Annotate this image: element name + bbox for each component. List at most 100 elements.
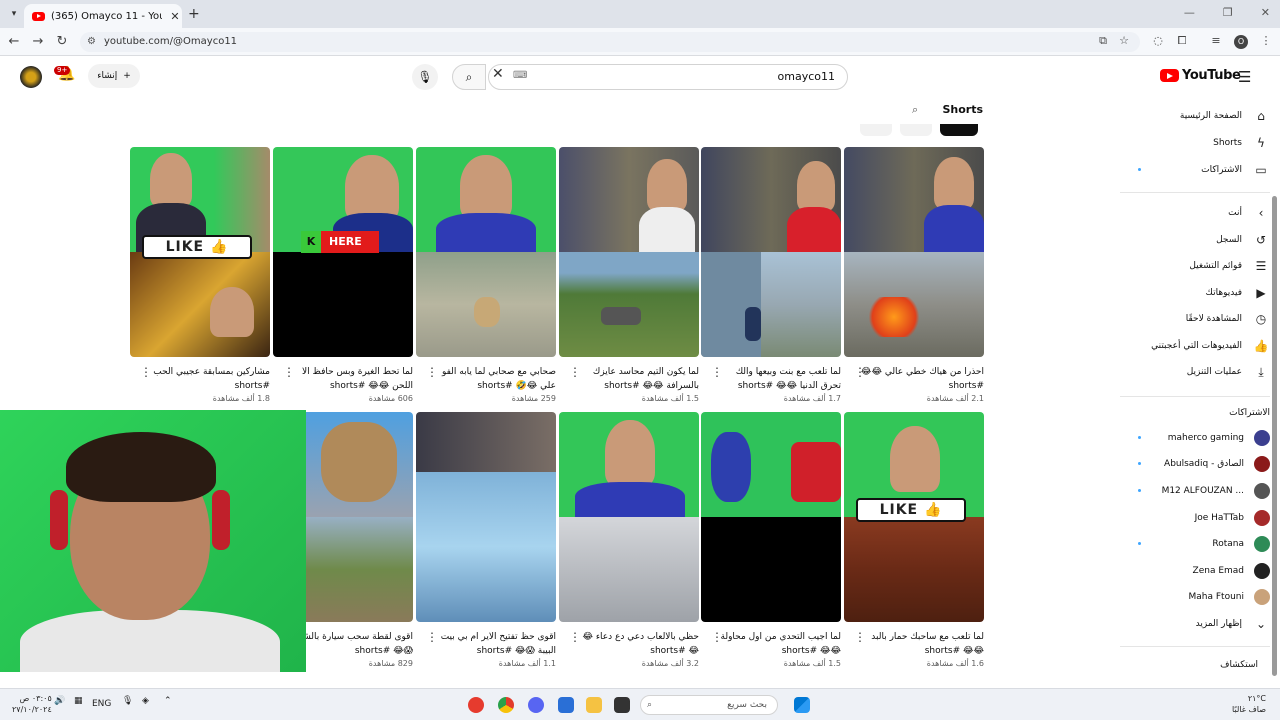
sidebar-item-liked[interactable]: الفيديوهات التي أعجبتني 👍 — [1120, 333, 1270, 359]
sidebar-item-subscriptions[interactable]: الاشتراكات ▭ — [1120, 157, 1270, 183]
clock[interactable]: ٠٣:٠٥ ص ٢٧/١٠/٢٠٢٤ — [12, 693, 52, 715]
sidebar-sub[interactable]: Maha Ftouni — [1120, 584, 1270, 610]
short-thumbnail[interactable] — [701, 147, 841, 357]
short-thumbnail[interactable]: LIKE 👍 — [130, 147, 270, 357]
extension-icon[interactable]: ◌ — [1150, 34, 1166, 47]
reload-icon[interactable]: ↻ — [54, 34, 70, 50]
browser-menu-icon[interactable]: ⋮ — [1258, 34, 1274, 47]
channel-search-icon[interactable]: ⌕ — [912, 103, 918, 117]
hamburger-menu-icon[interactable]: ☰ — [1238, 68, 1251, 86]
voice-search-button[interactable]: 🎙 — [412, 64, 438, 90]
short-thumbnail[interactable] — [559, 412, 699, 622]
microphone-tray-icon[interactable]: 🎙 — [122, 696, 133, 706]
short-thumbnail[interactable] — [416, 147, 556, 357]
sidebar-sub[interactable]: maherco gaming — [1120, 425, 1270, 451]
sidebar-item-home[interactable]: الصفحة الرئيسية ⌂ — [1120, 103, 1270, 129]
short-title: اقوى لقطة سحب سيارة بالشابي 😱😂 #shorts — [290, 632, 413, 656]
scrollbar-thumb[interactable] — [1272, 196, 1277, 676]
explore-heading: استكشاف — [1220, 660, 1258, 670]
language-indicator[interactable]: ENG — [92, 699, 111, 709]
sidebar-item-playlists[interactable]: قوائم التشغيل ☰ — [1120, 253, 1270, 279]
app-icon[interactable] — [468, 697, 484, 713]
create-button[interactable]: إنشاء + — [88, 64, 140, 88]
sidebar-sub[interactable]: Zena Emad — [1120, 558, 1270, 584]
new-tab-icon[interactable]: + — [188, 6, 200, 22]
channel-avatar — [1254, 510, 1270, 526]
windows-taskbar: ٠٣:٠٥ ص ٢٧/١٠/٢٠٢٤ 🔊 ▦ ENG 🎙 ◈ ⌃ بحث سري… — [0, 688, 1280, 720]
watch-later-icon: ◷ — [1255, 312, 1267, 326]
playlist-icon: ☰ — [1255, 259, 1267, 273]
sidebar-sub[interactable]: M12 ALFOUZAN ... — [1120, 478, 1270, 504]
short-thumbnail[interactable] — [701, 412, 841, 622]
search-button[interactable]: ⌕ — [452, 64, 486, 90]
subscriptions-icon: ▭ — [1255, 163, 1267, 177]
profile-avatar[interactable]: O — [1234, 35, 1248, 49]
chrome-icon[interactable] — [498, 697, 514, 713]
windows-start-icon[interactable] — [794, 697, 810, 713]
sidebar-sub[interactable]: Abulsadiq - الصادق — [1120, 451, 1270, 477]
puzzle-extensions-icon[interactable]: ⧠ — [1174, 34, 1190, 48]
search-input[interactable]: omayco11 ⌨ — [488, 64, 848, 90]
short-thumbnail[interactable] — [559, 147, 699, 357]
channel-avatar — [1254, 536, 1270, 552]
short-title: حظي بالالعاب دعي دع دعاء 😂😂 #shorts — [582, 632, 699, 656]
subscriptions-heading: الاشتراكات — [1229, 408, 1270, 418]
browser-tab[interactable]: (365) Omayco 11 - YouTube ✕ — [24, 4, 182, 28]
back-icon[interactable]: ← — [6, 34, 22, 50]
address-bar[interactable]: ⚙ youtube.com/@Omayco11 — [80, 32, 1140, 52]
short-thumbnail[interactable] — [844, 147, 984, 357]
weather-widget[interactable]: ٢١°C صاف غالبًا — [1232, 693, 1266, 715]
sort-chip-active[interactable] — [940, 124, 978, 136]
minimize-icon[interactable]: — — [1184, 6, 1195, 19]
short-thumbnail[interactable] — [416, 412, 556, 622]
short-thumbnail[interactable]: LIKE 👍 — [844, 412, 984, 622]
sidebar-you-heading[interactable]: أنت ‹ — [1120, 200, 1270, 226]
account-avatar[interactable] — [20, 66, 42, 88]
close-tab-icon[interactable]: ✕ — [168, 10, 182, 23]
browser-tab-strip: ▾ (365) Omayco 11 - YouTube ✕ + — ❐ ✕ — [0, 0, 1280, 28]
network-icon[interactable]: ▦ — [74, 696, 83, 706]
maximize-icon[interactable]: ❐ — [1223, 6, 1233, 19]
taskbar-search[interactable]: بحث سريع ⌕ — [640, 695, 778, 715]
install-app-icon[interactable]: ⧉ — [1095, 34, 1111, 48]
show-hidden-icons[interactable]: ⌃ — [164, 696, 172, 706]
store-icon[interactable] — [558, 697, 574, 713]
new-content-dot — [1138, 542, 1141, 545]
file-explorer-icon[interactable] — [586, 697, 602, 713]
sidebar-sub[interactable]: Rotana — [1120, 531, 1270, 557]
bookmark-star-icon[interactable]: ☆ — [1116, 34, 1132, 47]
speaker-icon[interactable]: 🔊 — [54, 696, 65, 706]
search-query: omayco11 — [777, 70, 835, 83]
clear-search-icon[interactable]: ✕ — [492, 66, 504, 82]
short-thumbnail[interactable]: HERE — [273, 147, 413, 357]
reading-list-icon[interactable]: ≡ — [1208, 34, 1224, 47]
sidebar-item-downloads[interactable]: عمليات التنزيل ⤓ — [1120, 359, 1270, 385]
page-scrollbar[interactable] — [1270, 56, 1280, 686]
sidebar-item-shorts[interactable]: Shorts ϟ — [1120, 130, 1270, 156]
sidebar-item-history[interactable]: السجل ↺ — [1120, 227, 1270, 253]
new-content-dot — [1138, 489, 1141, 492]
close-window-icon[interactable]: ✕ — [1261, 6, 1270, 19]
site-info-icon[interactable]: ⚙ — [87, 32, 96, 52]
app-tray-icon[interactable]: ◈ — [142, 696, 149, 706]
sidebar-item-your-videos[interactable]: فيديوهاتك ▶ — [1120, 280, 1270, 306]
show-more-button[interactable]: إظهار المزيد ⌄ — [1120, 611, 1270, 637]
sort-chip[interactable] — [900, 124, 932, 136]
tab-search-dropdown-icon[interactable]: ▾ — [6, 6, 22, 22]
short-title: مشاركين بمسابقة عجيبي الحب #shorts — [153, 367, 270, 391]
search-icon: ⌕ — [465, 70, 473, 84]
history-icon: ↺ — [1255, 233, 1267, 247]
sidebar-item-watch-later[interactable]: المشاهدة لاحقًا ◷ — [1120, 306, 1270, 332]
forward-icon[interactable]: → — [30, 34, 46, 50]
discord-icon[interactable] — [528, 697, 544, 713]
channel-avatar — [1254, 563, 1270, 579]
short-title: احذرا من هياك خطي عالي 😂😂 #shorts — [860, 367, 984, 391]
sidebar-sub[interactable]: Joe HaTTab — [1120, 505, 1270, 531]
short-title: لما تلعب مع ساحبك حمار بالبد 😂😂 #shorts — [871, 632, 984, 656]
shorts-icon: ϟ — [1257, 136, 1265, 150]
youtube-logo[interactable]: YouTube — [1160, 68, 1241, 83]
sort-chip[interactable] — [860, 124, 892, 136]
short-title: صحابي مع صحابي لما يابه الفو علي 😂🤣 #sho… — [441, 367, 556, 391]
keyboard-icon[interactable]: ⌨ — [513, 70, 527, 81]
app-icon[interactable] — [614, 697, 630, 713]
